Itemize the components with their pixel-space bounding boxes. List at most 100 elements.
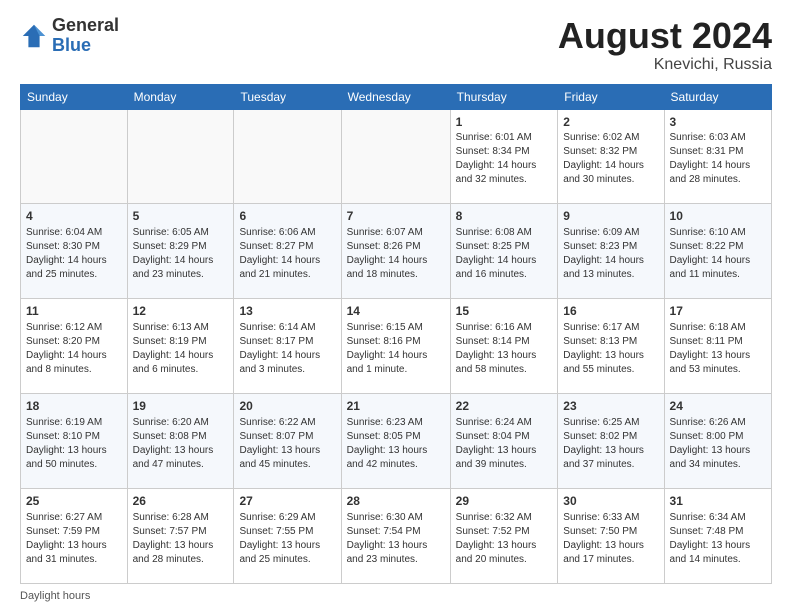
logo-icon <box>20 22 48 50</box>
cell-text: Daylight: 14 hours and 1 minute. <box>347 349 445 377</box>
cell-text: Sunset: 7:50 PM <box>563 525 658 539</box>
cell-text: Daylight: 13 hours and 23 minutes. <box>347 539 445 567</box>
day-number: 20 <box>239 398 335 415</box>
calendar-cell: 11Sunrise: 6:12 AMSunset: 8:20 PMDayligh… <box>21 299 128 394</box>
cell-text: Sunset: 8:17 PM <box>239 335 335 349</box>
calendar-cell <box>234 109 341 204</box>
cell-text: Daylight: 13 hours and 55 minutes. <box>563 349 658 377</box>
day-number: 13 <box>239 303 335 320</box>
week-row-5: 25Sunrise: 6:27 AMSunset: 7:59 PMDayligh… <box>21 489 772 584</box>
week-row-2: 4Sunrise: 6:04 AMSunset: 8:30 PMDaylight… <box>21 204 772 299</box>
day-number: 31 <box>670 493 766 510</box>
cell-text: Sunset: 8:04 PM <box>456 430 553 444</box>
cell-text: Sunrise: 6:05 AM <box>133 226 229 240</box>
cell-text: Sunset: 8:23 PM <box>563 240 658 254</box>
day-number: 24 <box>670 398 766 415</box>
cell-text: Sunset: 8:25 PM <box>456 240 553 254</box>
cell-text: Sunrise: 6:13 AM <box>133 321 229 335</box>
cell-text: Daylight: 13 hours and 45 minutes. <box>239 444 335 472</box>
cell-text: Sunrise: 6:12 AM <box>26 321 122 335</box>
calendar-cell: 13Sunrise: 6:14 AMSunset: 8:17 PMDayligh… <box>234 299 341 394</box>
calendar-cell: 18Sunrise: 6:19 AMSunset: 8:10 PMDayligh… <box>21 394 128 489</box>
calendar-cell: 6Sunrise: 6:06 AMSunset: 8:27 PMDaylight… <box>234 204 341 299</box>
cell-text: Daylight: 13 hours and 47 minutes. <box>133 444 229 472</box>
footer: Daylight hours <box>20 590 772 602</box>
cell-text: Sunrise: 6:02 AM <box>563 131 658 145</box>
cell-text: Daylight: 14 hours and 25 minutes. <box>26 254 122 282</box>
day-number: 7 <box>347 208 445 225</box>
cell-text: Daylight: 13 hours and 14 minutes. <box>670 539 766 567</box>
logo-general: General <box>52 15 119 35</box>
day-number: 5 <box>133 208 229 225</box>
calendar-cell: 30Sunrise: 6:33 AMSunset: 7:50 PMDayligh… <box>558 489 664 584</box>
calendar-cell <box>127 109 234 204</box>
cell-text: Daylight: 13 hours and 28 minutes. <box>133 539 229 567</box>
day-number: 11 <box>26 303 122 320</box>
logo-text: General Blue <box>52 16 119 56</box>
cell-text: Sunset: 8:11 PM <box>670 335 766 349</box>
cell-text: Sunrise: 6:14 AM <box>239 321 335 335</box>
calendar-cell: 22Sunrise: 6:24 AMSunset: 8:04 PMDayligh… <box>450 394 558 489</box>
day-number: 15 <box>456 303 553 320</box>
day-number: 28 <box>347 493 445 510</box>
cell-text: Daylight: 13 hours and 39 minutes. <box>456 444 553 472</box>
cell-text: Sunrise: 6:28 AM <box>133 511 229 525</box>
cell-text: Daylight: 13 hours and 50 minutes. <box>26 444 122 472</box>
cell-text: Sunset: 8:34 PM <box>456 145 553 159</box>
cell-text: Sunset: 8:16 PM <box>347 335 445 349</box>
cell-text: Daylight: 13 hours and 58 minutes. <box>456 349 553 377</box>
calendar-cell: 3Sunrise: 6:03 AMSunset: 8:31 PMDaylight… <box>664 109 771 204</box>
cell-text: Sunrise: 6:19 AM <box>26 416 122 430</box>
day-number: 10 <box>670 208 766 225</box>
cell-text: Daylight: 13 hours and 17 minutes. <box>563 539 658 567</box>
calendar-cell <box>21 109 128 204</box>
day-header-wednesday: Wednesday <box>341 84 450 109</box>
header: General Blue August 2024 Knevichi, Russi… <box>20 16 772 74</box>
day-number: 25 <box>26 493 122 510</box>
day-number: 26 <box>133 493 229 510</box>
cell-text: Daylight: 14 hours and 23 minutes. <box>133 254 229 282</box>
cell-text: Daylight: 13 hours and 25 minutes. <box>239 539 335 567</box>
calendar-cell: 2Sunrise: 6:02 AMSunset: 8:32 PMDaylight… <box>558 109 664 204</box>
week-row-4: 18Sunrise: 6:19 AMSunset: 8:10 PMDayligh… <box>21 394 772 489</box>
calendar-cell: 4Sunrise: 6:04 AMSunset: 8:30 PMDaylight… <box>21 204 128 299</box>
calendar-cell: 23Sunrise: 6:25 AMSunset: 8:02 PMDayligh… <box>558 394 664 489</box>
calendar-cell: 5Sunrise: 6:05 AMSunset: 8:29 PMDaylight… <box>127 204 234 299</box>
day-header-tuesday: Tuesday <box>234 84 341 109</box>
cell-text: Sunset: 8:00 PM <box>670 430 766 444</box>
day-header-friday: Friday <box>558 84 664 109</box>
cell-text: Sunset: 8:10 PM <box>26 430 122 444</box>
calendar-cell: 28Sunrise: 6:30 AMSunset: 7:54 PMDayligh… <box>341 489 450 584</box>
cell-text: Daylight: 13 hours and 31 minutes. <box>26 539 122 567</box>
cell-text: Sunrise: 6:30 AM <box>347 511 445 525</box>
calendar-cell: 8Sunrise: 6:08 AMSunset: 8:25 PMDaylight… <box>450 204 558 299</box>
day-number: 19 <box>133 398 229 415</box>
cell-text: Sunset: 8:13 PM <box>563 335 658 349</box>
calendar-table: SundayMondayTuesdayWednesdayThursdayFrid… <box>20 84 772 584</box>
calendar-cell: 19Sunrise: 6:20 AMSunset: 8:08 PMDayligh… <box>127 394 234 489</box>
cell-text: Sunrise: 6:10 AM <box>670 226 766 240</box>
cell-text: Sunset: 8:27 PM <box>239 240 335 254</box>
cell-text: Sunset: 7:54 PM <box>347 525 445 539</box>
calendar-body: 1Sunrise: 6:01 AMSunset: 8:34 PMDaylight… <box>21 109 772 583</box>
day-number: 9 <box>563 208 658 225</box>
cell-text: Daylight: 13 hours and 53 minutes. <box>670 349 766 377</box>
day-number: 21 <box>347 398 445 415</box>
cell-text: Sunrise: 6:17 AM <box>563 321 658 335</box>
cell-text: Daylight: 14 hours and 13 minutes. <box>563 254 658 282</box>
cell-text: Sunrise: 6:20 AM <box>133 416 229 430</box>
cell-text: Daylight: 14 hours and 6 minutes. <box>133 349 229 377</box>
calendar-cell: 25Sunrise: 6:27 AMSunset: 7:59 PMDayligh… <box>21 489 128 584</box>
calendar-cell: 27Sunrise: 6:29 AMSunset: 7:55 PMDayligh… <box>234 489 341 584</box>
cell-text: Sunrise: 6:24 AM <box>456 416 553 430</box>
calendar-cell: 31Sunrise: 6:34 AMSunset: 7:48 PMDayligh… <box>664 489 771 584</box>
cell-text: Sunrise: 6:27 AM <box>26 511 122 525</box>
day-number: 2 <box>563 114 658 131</box>
cell-text: Sunset: 8:30 PM <box>26 240 122 254</box>
day-number: 22 <box>456 398 553 415</box>
cell-text: Sunrise: 6:32 AM <box>456 511 553 525</box>
cell-text: Sunset: 8:20 PM <box>26 335 122 349</box>
cell-text: Sunset: 7:59 PM <box>26 525 122 539</box>
cell-text: Sunset: 7:48 PM <box>670 525 766 539</box>
cell-text: Sunset: 7:52 PM <box>456 525 553 539</box>
